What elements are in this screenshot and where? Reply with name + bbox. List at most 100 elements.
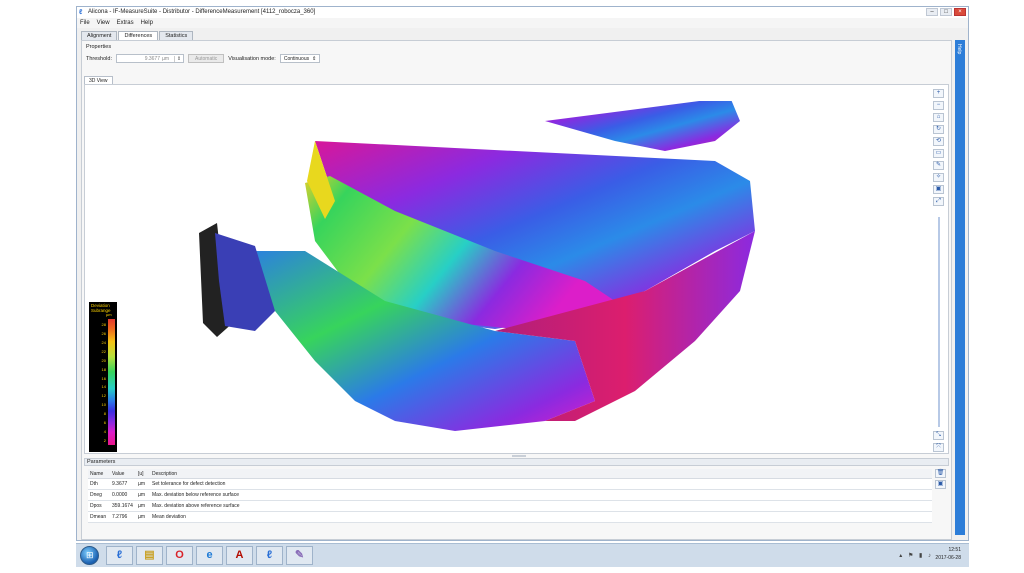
table-row[interactable]: Dmean 7.2796 µm Mean deviation	[88, 511, 932, 523]
col-value[interactable]: Value	[110, 469, 136, 479]
print-icon[interactable]: ▭	[933, 149, 944, 158]
help-label: Help	[956, 44, 962, 55]
model-left-face	[215, 233, 275, 331]
legend-tick-label: 14	[101, 384, 106, 390]
tool-app-icon[interactable]: ✎	[286, 546, 313, 565]
tab-differences[interactable]: Differences	[118, 31, 159, 40]
file-explorer-icon[interactable]: ▤	[136, 546, 163, 565]
minimize-button[interactable]: –	[926, 8, 938, 16]
save-icon[interactable]: ▣	[935, 480, 946, 489]
legend-tick-label: 12	[101, 393, 106, 399]
table-row[interactable]: Dth 9.3677 µm Set tolerance for defect d…	[88, 478, 932, 490]
menu-view[interactable]: View	[97, 18, 110, 28]
save-icon[interactable]: ▣	[933, 185, 944, 194]
legend-tick-label: 28	[101, 322, 106, 327]
spin-arrows-icon[interactable]: ⇕	[174, 55, 183, 62]
param-value: 0.0000	[110, 489, 136, 501]
parameters-toolbar: 🗑 ▣	[935, 469, 947, 491]
measure-icon[interactable]: ✎	[933, 161, 944, 170]
light-icon[interactable]: ✧	[933, 173, 944, 182]
legend-tick-label: 18	[101, 366, 106, 372]
param-unit: µm	[136, 489, 150, 501]
param-unit: µm	[136, 511, 150, 523]
parameters-table: Name Value [u] Description Dth 9.3677 µm…	[88, 469, 932, 523]
legend-tick-label: 22	[101, 348, 106, 354]
opera-icon[interactable]: O	[166, 546, 193, 565]
legend-tick-label: 6	[103, 420, 106, 426]
legend-tick-label: 20	[101, 357, 106, 363]
threshold-label: Threshold:	[86, 55, 112, 62]
maximize-button[interactable]: □	[940, 8, 952, 16]
pdf-reader-icon[interactable]: A	[226, 546, 253, 565]
title-bar: ℓ Alicona - IF-MeasureSuite - Distributo…	[77, 7, 968, 18]
threshold-unit: µm	[162, 55, 170, 62]
param-name: Dth	[88, 478, 110, 490]
menu-file[interactable]: File	[80, 18, 90, 28]
alicona-taskbar-icon[interactable]: ℓ	[106, 546, 133, 565]
collapse-icon[interactable]: ⤧	[933, 443, 944, 452]
clock-time: 12:51	[948, 547, 961, 553]
param-value: 7.2796	[110, 511, 136, 523]
legend-tick-label: 16	[101, 375, 106, 381]
rotate-icon[interactable]: ↻	[933, 125, 944, 134]
properties-header: Properties	[86, 44, 112, 50]
view-toolbar: + − ⌂ ↻ ⟲ ▭ ✎ ✧ ▣ ⤢ ⤡ ⤧	[933, 89, 945, 452]
expand-icon[interactable]: ⤡	[933, 431, 944, 440]
menu-bar: File View Extras Help	[77, 18, 968, 28]
param-name: Dmean	[88, 511, 110, 523]
app-window: ℓ Alicona - IF-MeasureSuite - Distributo…	[76, 6, 969, 541]
menu-extras[interactable]: Extras	[117, 18, 134, 28]
help-sidebar[interactable]: Help	[955, 40, 965, 535]
param-description: Max. deviation below reference surface	[150, 489, 932, 501]
legend-tick-label: 26	[101, 330, 106, 336]
3d-viewport[interactable]: Deviation Subrange µm 28 26 24 22 20 18 16 14 12…	[84, 84, 949, 454]
param-description: Max. deviation above reference surface	[150, 500, 932, 512]
splitter-handle[interactable]	[512, 455, 526, 457]
param-name: Dneg	[88, 489, 110, 501]
automatic-button[interactable]: Automatic	[188, 54, 225, 63]
system-tray-icons[interactable]: ▴ ⚑ ▮ ♪	[899, 552, 933, 559]
start-button[interactable]: ⊞	[80, 546, 99, 565]
param-name: Dpos	[88, 500, 110, 512]
model-top-blade	[545, 101, 740, 151]
param-value: 359.1674	[110, 500, 136, 512]
home-icon[interactable]: ⌂	[933, 113, 944, 122]
threshold-input[interactable]: 9.3677 µm ⇕	[116, 54, 184, 63]
zoom-in-icon[interactable]: +	[933, 89, 944, 98]
legend-unit: µm	[106, 312, 112, 317]
delete-icon[interactable]: 🗑	[935, 469, 946, 478]
chevron-updown-icon: ⇕	[312, 56, 317, 62]
table-header-row: Name Value [u] Description	[88, 469, 932, 479]
window-title: Alicona - IF-MeasureSuite - Distributor …	[88, 9, 316, 15]
close-button[interactable]: ×	[954, 8, 966, 16]
visualisation-mode-select[interactable]: Continuous ⇕	[279, 54, 321, 63]
differences-panel: Properties Threshold: 9.3677 µm ⇕ Automa…	[81, 40, 952, 540]
menu-help[interactable]: Help	[141, 18, 153, 28]
deviation-3d-model[interactable]	[195, 101, 785, 446]
zoom-out-icon[interactable]: −	[933, 101, 944, 110]
windows-logo-icon: ⊞	[86, 550, 94, 560]
app-icon: ℓ	[79, 9, 83, 16]
table-row[interactable]: Dneg 0.0000 µm Max. deviation below refe…	[88, 489, 932, 501]
col-description[interactable]: Description	[150, 469, 932, 479]
param-value: 9.3677	[110, 478, 136, 490]
legend-tick-label: 10	[101, 402, 106, 408]
clock[interactable]: 12:51 2017-06-28	[935, 546, 961, 562]
alicona-app-icon[interactable]: ℓ	[256, 546, 283, 565]
deviation-legend: Deviation Subrange µm 28 26 24 22 20 18 16 14 12…	[89, 302, 117, 452]
legend-color-bar	[108, 319, 115, 445]
taskbar: ⊞ ℓ ▤ O e A ℓ ✎ ▴ ⚑ ▮ ♪ 12:51 2017-06-28	[76, 543, 969, 567]
legend-tick-label: 8	[103, 411, 106, 417]
param-unit: µm	[136, 500, 150, 512]
parameters-header: Parameters	[84, 458, 949, 466]
fit-icon[interactable]: ⤢	[933, 197, 944, 206]
table-row[interactable]: Dpos 359.1674 µm Max. deviation above re…	[88, 500, 932, 512]
col-unit[interactable]: [u]	[136, 469, 150, 479]
reset-icon[interactable]: ⟲	[933, 137, 944, 146]
tab-statistics[interactable]: Statistics	[159, 31, 194, 40]
zoom-slider[interactable]	[938, 217, 940, 427]
col-name[interactable]: Name	[88, 469, 110, 479]
internet-explorer-icon[interactable]: e	[196, 546, 223, 565]
tab-alignment[interactable]: Alignment	[81, 31, 118, 40]
param-description: Set tolerance for defect detection	[150, 478, 932, 490]
